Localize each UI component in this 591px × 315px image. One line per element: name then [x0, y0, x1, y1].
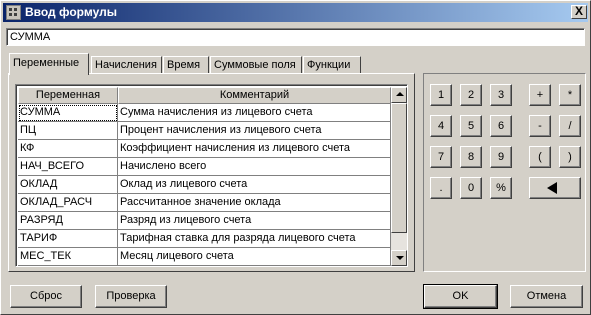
key-7-button[interactable]: 7: [430, 146, 452, 168]
variable-name-cell[interactable]: КФ: [18, 140, 118, 158]
close-button[interactable]: X: [571, 5, 587, 19]
variable-name-cell[interactable]: ПЦ: [18, 122, 118, 140]
table-row[interactable]: ОКЛАД Оклад из лицевого счета: [18, 176, 391, 194]
arrow-down-icon: [396, 256, 404, 260]
variable-comment-cell[interactable]: Начислено всего: [118, 158, 391, 176]
scroll-thumb[interactable]: [391, 103, 407, 233]
key-3-button[interactable]: 3: [490, 84, 512, 106]
tab-variables[interactable]: Переменные: [9, 53, 89, 75]
formula-dialog: Ввод формулы X Переменные Начисления Вре…: [0, 0, 591, 315]
table-row[interactable]: ПЦ Процент начисления из лицевого счета: [18, 122, 391, 140]
variable-comment-cell[interactable]: Тарифная ставка для разряда лицевого сче…: [118, 230, 391, 248]
grid-body: СУММА Сумма начисления из лицевого счета П…: [18, 104, 391, 266]
key-9-button[interactable]: 9: [490, 146, 512, 168]
reset-button[interactable]: Сброс: [10, 285, 82, 308]
variable-comment-cell[interactable]: Разряд из лицевого счета: [118, 212, 391, 230]
variable-name-cell[interactable]: ТАРИФ: [18, 230, 118, 248]
cancel-button[interactable]: Отмена: [510, 285, 583, 308]
variable-name-cell[interactable]: МЕС_ТЕК: [18, 248, 118, 266]
table-row[interactable]: СУММА Сумма начисления из лицевого счета: [18, 104, 391, 122]
key-multiply-button[interactable]: *: [559, 84, 581, 106]
variable-name-cell[interactable]: СУММА: [18, 104, 118, 122]
key-4-button[interactable]: 4: [430, 115, 452, 137]
key-minus-button[interactable]: -: [529, 115, 551, 137]
calculator-icon: [6, 5, 21, 20]
backspace-button[interactable]: [529, 177, 581, 199]
variable-name-cell[interactable]: ОКЛАД: [18, 176, 118, 194]
key-close-paren-button[interactable]: ): [559, 146, 581, 168]
variable-comment-cell[interactable]: Коэффициент начисления из лицевого счета: [118, 140, 391, 158]
key-6-button[interactable]: 6: [490, 115, 512, 137]
table-row[interactable]: МЕС_ТЕК Месяц лицевого счета: [18, 248, 391, 266]
variable-comment-cell[interactable]: Месяц лицевого счета: [118, 248, 391, 266]
title-bar[interactable]: Ввод формулы X: [3, 3, 588, 22]
key-2-button[interactable]: 2: [460, 84, 482, 106]
key-percent-button[interactable]: %: [490, 177, 512, 199]
key-dot-button[interactable]: .: [430, 177, 452, 199]
variable-name-cell[interactable]: ОКЛАД_РАСЧ: [18, 194, 118, 212]
table-row[interactable]: КФ Коэффициент начисления из лицевого сче…: [18, 140, 391, 158]
tab-accruals[interactable]: Начисления: [91, 56, 162, 74]
column-header-comment[interactable]: Комментарий: [118, 87, 391, 104]
tab-functions[interactable]: Функции: [303, 56, 361, 74]
ok-button[interactable]: OK: [423, 284, 498, 309]
variables-grid[interactable]: Переменная Комментарий СУММА Сумма начисл…: [15, 84, 408, 267]
variable-comment-cell[interactable]: Сумма начисления из лицевого счета: [118, 104, 391, 122]
key-1-button[interactable]: 1: [430, 84, 452, 106]
grid-header: Переменная Комментарий: [18, 87, 391, 104]
tab-sum-fields[interactable]: Суммовые поля: [210, 56, 302, 74]
table-row[interactable]: НАЧ_ВСЕГО Начислено всего: [18, 158, 391, 176]
variable-name-cell[interactable]: НАЧ_ВСЕГО: [18, 158, 118, 176]
key-8-button[interactable]: 8: [460, 146, 482, 168]
variable-comment-cell[interactable]: Процент начисления из лицевого счета: [118, 122, 391, 140]
scroll-up-button[interactable]: [391, 87, 407, 103]
key-0-button[interactable]: 0: [460, 177, 482, 199]
scroll-down-button[interactable]: [391, 250, 407, 266]
key-open-paren-button[interactable]: (: [529, 146, 551, 168]
formula-input[interactable]: [6, 28, 585, 46]
arrow-up-icon: [396, 92, 404, 96]
backspace-arrow-icon: [547, 182, 557, 194]
table-row[interactable]: ТАРИФ Тарифная ставка для разряда лицевог…: [18, 230, 391, 248]
variable-name-cell[interactable]: РАЗРЯД: [18, 212, 118, 230]
variable-comment-cell[interactable]: Оклад из лицевого счета: [118, 176, 391, 194]
keypad: 1 2 3 + * 4 5 6-/ 7 8 9 (). 0%: [423, 73, 586, 272]
column-header-variable[interactable]: Переменная: [18, 87, 118, 104]
window-title: Ввод формулы: [25, 5, 117, 19]
tab-time[interactable]: Время: [163, 56, 209, 74]
variable-comment-cell[interactable]: Рассчитанное значение оклада: [118, 194, 391, 212]
table-row[interactable]: ОКЛАД_РАСЧ Рассчитанное значение оклада: [18, 194, 391, 212]
variables-panel: Переменная Комментарий СУММА Сумма начисл…: [8, 73, 415, 272]
key-5-button[interactable]: 5: [460, 115, 482, 137]
key-plus-button[interactable]: +: [529, 84, 551, 106]
vertical-scrollbar[interactable]: [391, 87, 407, 266]
check-button[interactable]: Проверка: [95, 285, 167, 308]
table-row[interactable]: РАЗРЯД Разряд из лицевого счета: [18, 212, 391, 230]
key-divide-button[interactable]: /: [559, 115, 581, 137]
